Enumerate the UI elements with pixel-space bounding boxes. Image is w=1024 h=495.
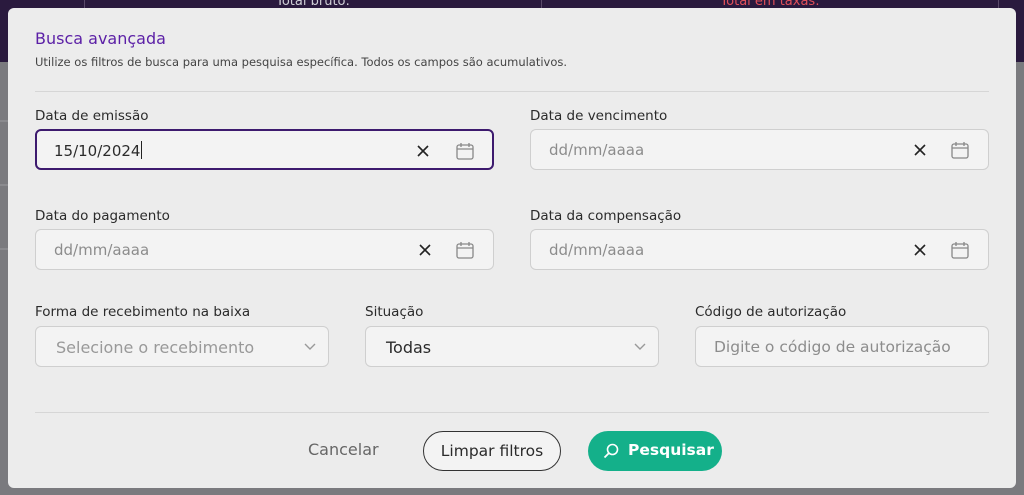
text-caret [141,141,143,159]
status-value: Todas [386,338,432,357]
advanced-search-modal: Busca avançada Utilize os filtros de bus… [8,8,1016,488]
emission-date-value: 15/10/2024 [54,141,143,160]
authorization-code-input[interactable]: Digite o código de autorização [695,326,989,367]
status-label: Situação [365,304,424,320]
search-button-label: Pesquisar [628,441,714,459]
background-ghost-row [0,248,8,250]
payment-date-placeholder: dd/mm/aaaa [54,241,150,259]
status-select[interactable]: Todas [365,326,659,367]
search-button[interactable]: Pesquisar [588,431,722,471]
payment-date-label: Data do pagamento [35,208,170,224]
calendar-icon[interactable] [455,141,475,161]
divider [35,91,989,92]
clearing-date-label: Data da compensação [530,208,682,224]
emission-date-field[interactable]: 15/10/2024 [35,129,494,170]
close-icon[interactable] [911,141,929,159]
close-icon[interactable] [414,142,432,160]
receipt-method-placeholder: Selecione o recebimento [56,338,255,357]
calendar-icon[interactable] [455,240,475,260]
payment-date-field[interactable]: dd/mm/aaaa [35,229,494,270]
chevron-down-icon [304,343,316,350]
authorization-code-placeholder: Digite o código de autorização [714,338,951,356]
chevron-down-icon [634,343,646,350]
clearing-date-placeholder: dd/mm/aaaa [549,241,645,259]
clearing-date-field[interactable]: dd/mm/aaaa [530,229,989,270]
due-date-placeholder: dd/mm/aaaa [549,141,645,159]
emission-date-label: Data de emissão [35,108,149,124]
modal-subtitle: Utilize os filtros de busca para uma pes… [35,55,568,69]
calendar-icon[interactable] [950,240,970,260]
modal-title: Busca avançada [35,29,166,48]
authorization-code-label: Código de autorização [695,304,847,320]
divider [35,412,989,413]
cancel-button[interactable]: Cancelar [308,440,379,459]
close-icon[interactable] [911,241,929,259]
calendar-icon[interactable] [950,140,970,160]
background-ghost-row [0,120,8,122]
due-date-label: Data de vencimento [530,108,668,124]
receipt-method-select[interactable]: Selecione o recebimento [35,326,329,367]
clear-filters-button[interactable]: Limpar filtros [423,431,561,471]
background-ghost-row [0,184,8,186]
receipt-method-label: Forma de recebimento na baixa [35,304,251,320]
due-date-field[interactable]: dd/mm/aaaa [530,129,989,170]
search-icon [603,443,619,459]
close-icon[interactable] [416,241,434,259]
